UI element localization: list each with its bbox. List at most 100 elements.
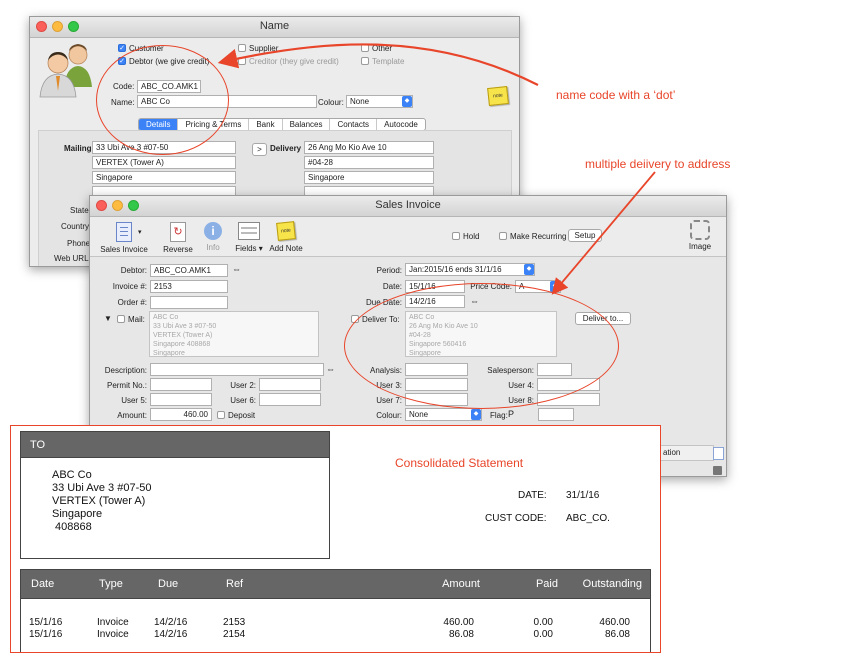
tab-autocode[interactable]: Autocode [377,119,425,130]
invoice-number-field[interactable]: 2153 [150,280,228,293]
info-tool[interactable]: i Info [200,222,226,252]
annotation-multiple-delivery: multiple deiivery to address [585,157,731,171]
amount-field[interactable]: 460.00 [150,408,212,421]
delivery-line-2[interactable]: #04-28 [304,156,434,169]
info-icon: i [204,222,222,240]
deposit-checkbox[interactable] [217,411,225,419]
sticky-note-icon: note [276,221,296,241]
amount-label: Amount: [117,411,147,420]
chevron-updown-icon: ◆ [402,96,412,107]
image-placeholder-icon [690,220,710,240]
user-5-field[interactable] [150,393,212,406]
debtor-field[interactable]: ABC_CO.AMK1 [150,264,228,277]
delivery-line-1[interactable]: 26 Ang Mo Kio Ave 10 [304,141,434,154]
period-select[interactable]: Jan:2015/16 ends 31/1/16 ◆ [405,263,535,276]
other-checkbox[interactable] [361,44,369,52]
delivery-arrow-button[interactable]: > [252,143,267,156]
statement-table-header: Date Type Due Ref Amount Paid Outstandin… [20,569,651,599]
order-number-field[interactable] [150,296,228,309]
colour-label: Colour: [318,98,344,107]
flag-label: Flag: [490,411,508,420]
tab-balances[interactable]: Balances [283,119,331,130]
setup-button[interactable]: Setup [568,229,602,242]
tab-contacts[interactable]: Contacts [330,119,378,130]
customer-checkbox[interactable]: ✓ [118,44,126,52]
supplier-checkbox[interactable] [238,44,246,52]
dropdown-arrow-icon: ▾ [258,244,263,253]
address-line: VERTEX (Tower A) [52,495,146,507]
invoice-number-label: Invoice #: [112,282,147,291]
column-amount: Amount [442,578,480,590]
sticky-note-icon[interactable]: note [487,86,509,106]
annotation-name-code: name code with a ‘dot’ [556,88,676,102]
mail-line: Singapore [153,350,185,357]
sales-invoice-tool[interactable]: Sales Invoice [100,222,148,254]
cell-amount: 460.00 [443,617,474,628]
flag-field[interactable] [538,408,574,421]
expand-triangle-icon[interactable]: ▼ [104,314,112,323]
description-field[interactable] [150,363,324,376]
cell-due: 14/2/16 [154,629,188,640]
cell-paid: 0.00 [533,617,553,628]
permit-no-label: Permit No.: [106,381,147,390]
table-row: 15/1/16 Invoice 14/2/16 2153 460.00 0.00… [20,617,651,629]
hold-label: Hold [463,232,480,241]
add-note-tool[interactable]: note Add Note [266,221,306,253]
date-label: Date: [382,282,402,291]
mail-line: 33 Ubi Ave 3 #07-50 [153,323,217,330]
chevron-updown-icon: ◆ [524,264,534,275]
dropdown-arrow-icon[interactable]: ▾ [138,228,142,236]
mail-label: Mail: [128,315,145,324]
mail-address-box[interactable]: ABC Co 33 Ubi Ave 3 #07-50 VERTEX (Tower… [149,311,319,357]
delivery-label: Delivery [270,144,302,153]
reverse-icon: ↻ [170,222,186,242]
colour-value: None [409,410,429,419]
creditor-checkbox[interactable] [238,57,246,65]
template-checkbox[interactable] [361,57,369,65]
cell-date: 15/1/16 [29,629,63,640]
image-tool[interactable]: Image [686,220,714,251]
user-6-label: User 6: [230,396,256,405]
info-label: Info [206,243,220,252]
colour-select[interactable]: None ◆ [405,408,482,421]
mailing-line-2[interactable]: VERTEX (Tower A) [92,156,236,169]
cell-date: 15/1/16 [29,617,63,628]
user-5-label: User 5: [121,396,147,405]
reverse-tool[interactable]: ↻ Reverse [160,222,196,254]
attachment-icon[interactable] [713,447,724,460]
mailing-line-3[interactable]: Singapore [92,171,236,184]
cust-code-value: ABC_CO. [566,513,610,524]
column-ref: Ref [226,578,244,590]
address-line: 408868 [52,521,92,533]
annotation-consolidated: Consolidated Statement [395,456,524,470]
user-2-field[interactable] [259,378,321,391]
permit-no-field[interactable] [150,378,212,391]
highlight-ellipse-name-code [96,45,229,155]
mail-line: VERTEX (Tower A) [153,332,213,339]
mail-checkbox[interactable] [117,315,125,323]
delete-line-icon[interactable] [713,466,722,475]
colour-select[interactable]: None ◆ [346,95,413,108]
highlight-ellipse-delivery [344,283,619,409]
mail-line: Singapore 408868 [153,341,211,348]
period-value: Jan:2015/16 ends 31/1/16 [409,265,502,274]
line-items-header: ation [659,445,714,461]
debtor-label: Debtor: [120,266,147,275]
cell-outstanding: 86.08 [604,629,630,640]
user-6-field[interactable] [259,393,321,406]
creditor-label: Creditor (they give credit) [249,57,339,66]
period-label: Period: [376,266,402,275]
phone-label: Phone [67,239,91,248]
fields-tool[interactable]: Fields ▾ [232,222,266,253]
lookup-icon[interactable]: ⇔ [232,264,241,274]
hold-checkbox[interactable] [452,232,460,240]
cell-ref: 2154 [223,629,246,640]
delivery-line-3[interactable]: Singapore [304,171,434,184]
make-recurring-checkbox[interactable] [499,232,507,240]
cell-ref: 2153 [223,617,246,628]
lookup-icon[interactable]: ⇔ [326,364,335,374]
tab-bank[interactable]: Bank [249,119,283,130]
flag-icon: P [508,409,515,419]
column-outstanding: Outstanding [582,578,642,590]
column-date: Date [31,578,55,590]
